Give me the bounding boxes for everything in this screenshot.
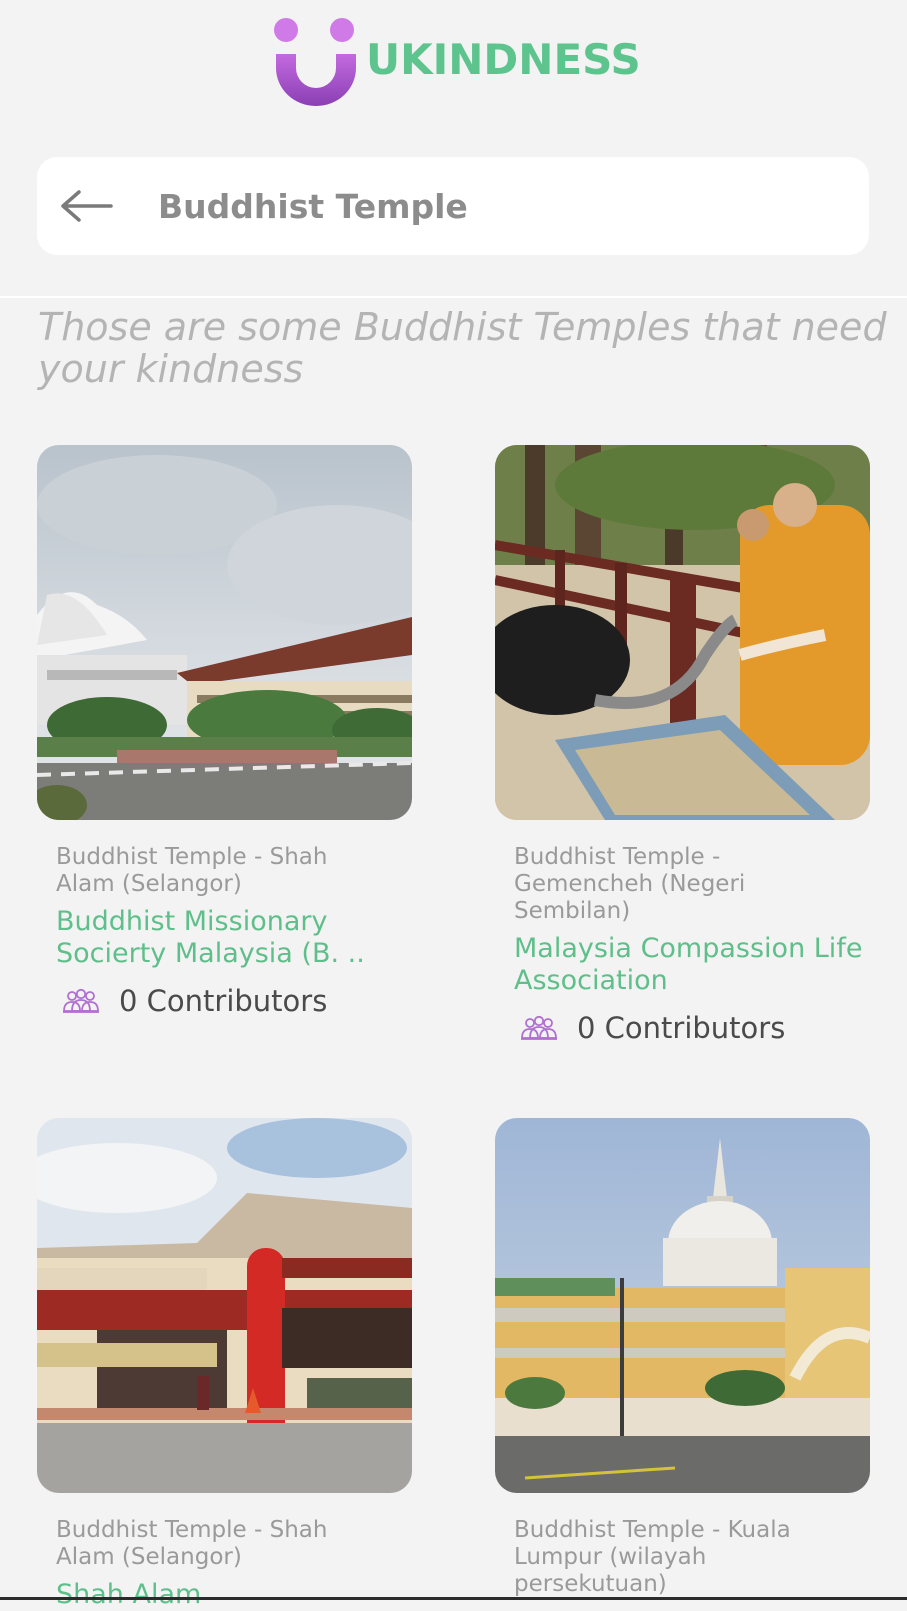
search-input[interactable] [158,186,798,226]
temple-card[interactable]: Buddhist Temple - Shah Alam (Selangor) S… [37,1118,412,1611]
header-divider [0,296,907,298]
back-button[interactable] [59,186,119,226]
temple-card[interactable]: Buddhist Temple - Kuala Lumpur (wilayah … [495,1118,870,1598]
temple-card-image[interactable] [495,1118,870,1493]
temple-card[interactable]: Buddhist Temple - Shah Alam (Selangor) B… [37,445,412,1018]
results-intro-text: Those are some Buddhist Temples that nee… [38,305,887,391]
app-logo: UKINDNESS [274,16,641,106]
people-group-icon [63,988,99,1013]
temple-location: Buddhist Temple - Kuala Lumpur (wilayah … [514,1517,791,1597]
temple-title-link[interactable]: Buddhist Missionary Socierty Malaysia (B… [56,906,406,970]
contributors-row: 0 Contributors [61,984,412,1018]
arrow-left-icon [61,190,113,222]
temple-title-link[interactable]: Malaysia Compassion Life Association [514,933,864,997]
temple-card-image[interactable] [495,445,870,820]
temple-card-image[interactable] [37,1118,412,1493]
temple-location: Buddhist Temple - Shah Alam (Selangor) [56,1517,328,1570]
brand-name: UKINDNESS [366,34,641,84]
temple-title-link[interactable]: Shah Alam [56,1579,406,1611]
search-bar [37,157,869,255]
temple-location: Buddhist Temple - Shah Alam (Selangor) [56,844,328,897]
contributors-row: 0 Contributors [519,1011,870,1045]
contributors-count: 0 Contributors [577,1011,786,1045]
temple-card-image[interactable] [37,445,412,820]
app-header: UKINDNESS [0,0,907,120]
temple-card[interactable]: Buddhist Temple - Gemencheh (Negeri Semb… [495,445,870,1045]
temple-location: Buddhist Temple - Gemencheh (Negeri Semb… [514,844,746,924]
people-group-icon [521,1015,557,1040]
contributors-count: 0 Contributors [119,984,328,1018]
smile-logo-icon [274,16,358,106]
